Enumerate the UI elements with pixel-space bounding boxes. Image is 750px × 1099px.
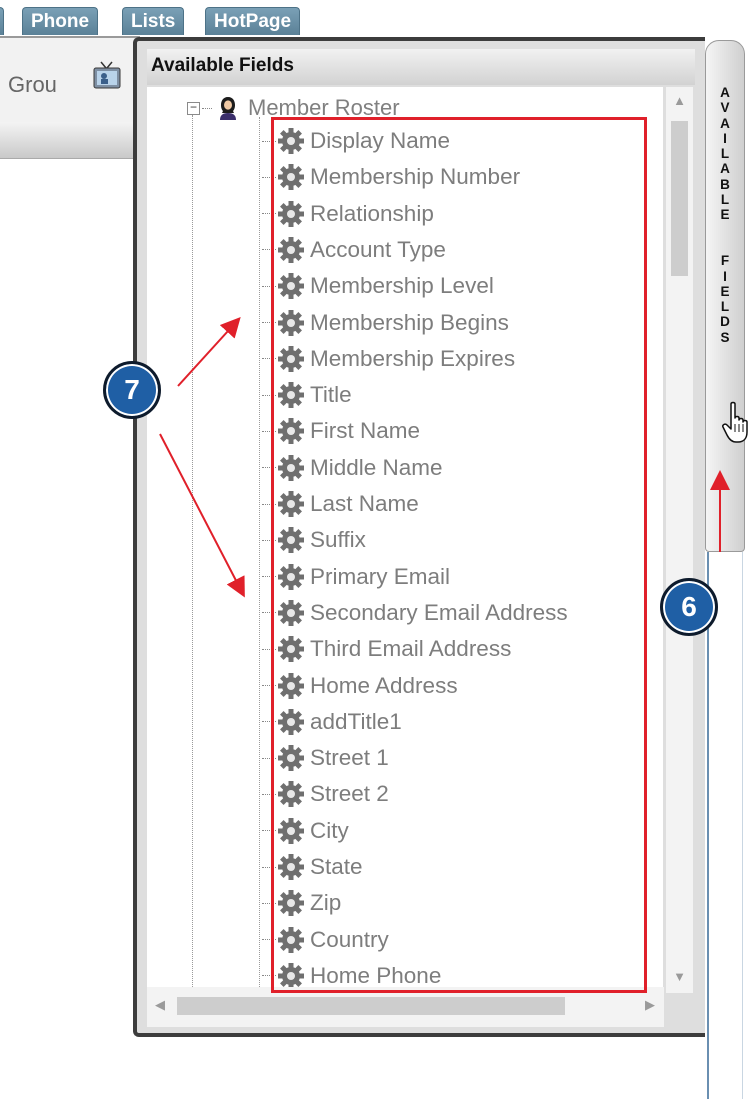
scroll-right-arrow-icon[interactable]: ▶: [645, 997, 655, 1013]
collapse-icon[interactable]: −: [187, 101, 200, 115]
scrollbar-corner: [664, 993, 704, 1031]
person-icon: [220, 97, 236, 120]
tab-partial[interactable]: [0, 7, 4, 35]
horizontal-scrollbar[interactable]: ◀ ▶: [147, 987, 664, 1027]
background-header-bar: [0, 122, 140, 159]
tab-lists[interactable]: Lists: [122, 7, 185, 35]
tree-guide-line: [259, 117, 260, 987]
scroll-down-arrow-icon[interactable]: ▼: [666, 969, 693, 984]
background-toolbar: Grou: [0, 36, 140, 125]
scroll-up-arrow-icon[interactable]: ▲: [666, 93, 693, 108]
horizontal-scroll-thumb[interactable]: [177, 997, 565, 1015]
side-tab-divider: [707, 552, 743, 1099]
tree-connector: [202, 107, 212, 109]
scroll-left-arrow-icon[interactable]: ◀: [155, 997, 165, 1013]
tree-guide-line: [192, 115, 193, 987]
step-7-badge: 7: [103, 361, 161, 419]
tv-icon[interactable]: [92, 60, 122, 90]
available-fields-side-tab[interactable]: AVAILABLEFIELDS: [705, 40, 745, 552]
tab-phone[interactable]: Phone: [22, 7, 99, 35]
side-tab-label: AVAILABLEFIELDS: [720, 85, 730, 345]
top-tab-bar: Phone Lists HotPage: [0, 0, 750, 38]
vertical-scroll-thumb[interactable]: [671, 121, 688, 276]
group-label: Grou: [8, 72, 57, 97]
vertical-scrollbar[interactable]: ▲ ▼: [666, 87, 693, 993]
fields-highlight-box: [271, 117, 647, 993]
step-6-badge: 6: [660, 578, 718, 636]
tab-hotpage[interactable]: HotPage: [205, 7, 301, 35]
panel-title: Available Fields: [147, 49, 695, 85]
hand-cursor-icon: [722, 401, 748, 443]
